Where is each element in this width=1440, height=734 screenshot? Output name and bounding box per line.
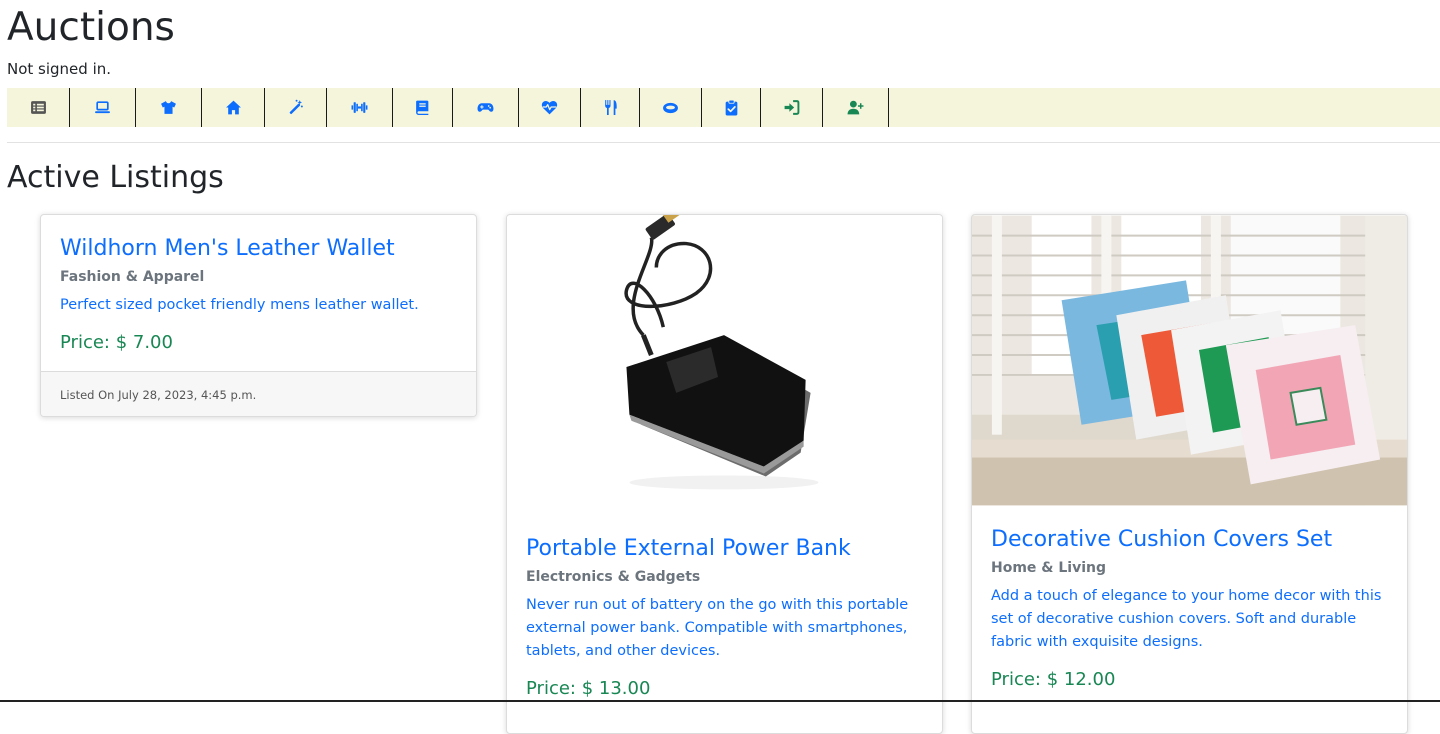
nav-toys[interactable]	[265, 88, 327, 127]
nav-beauty[interactable]	[640, 88, 702, 127]
listing-price: Price: $ 7.00	[60, 332, 173, 353]
listing-card[interactable]: Wildhorn Men's Leather Wallet Fashion & …	[40, 214, 477, 417]
nav-sports[interactable]	[327, 88, 393, 127]
listing-category: Fashion & Apparel	[60, 269, 205, 285]
clipboard-check-icon	[725, 99, 737, 116]
book-icon	[416, 100, 429, 115]
listing-card[interactable]: Portable External Power Bank Electronics…	[506, 214, 943, 734]
dumbbell-icon	[351, 102, 368, 113]
listing-card[interactable]: Decorative Cushion Covers Set Home & Liv…	[971, 214, 1408, 734]
laptop-icon	[95, 101, 110, 114]
page-title: Auctions	[7, 5, 175, 50]
nav-health[interactable]	[519, 88, 581, 127]
listing-image[interactable]	[507, 215, 942, 515]
card-body: Decorative Cushion Covers Set Home & Liv…	[972, 506, 1407, 692]
nav-register[interactable]	[823, 88, 889, 127]
nav-fashion[interactable]	[136, 88, 202, 127]
listing-title-link[interactable]: Decorative Cushion Covers Set	[991, 525, 1388, 555]
listing-description: Perfect sized pocket friendly mens leath…	[60, 297, 419, 313]
listing-description: Add a touch of elegance to your home dec…	[991, 588, 1382, 650]
gamepad-icon	[477, 103, 494, 112]
ring-icon	[663, 102, 678, 114]
section-title: Active Listings	[7, 160, 224, 195]
card-body: Wildhorn Men's Leather Wallet Fashion & …	[41, 215, 476, 355]
header-divider	[7, 142, 1440, 143]
listing-category: Home & Living	[991, 560, 1107, 576]
listing-title-link[interactable]: Portable External Power Bank	[526, 534, 923, 564]
heartbeat-icon	[541, 100, 558, 115]
listing-category: Electronics & Gadgets	[526, 569, 701, 585]
tshirt-icon	[161, 101, 176, 114]
home-icon	[225, 100, 241, 115]
nav-food[interactable]	[581, 88, 640, 127]
listing-price: Price: $ 12.00	[991, 669, 1116, 690]
listing-date: Listed On July 28, 2023, 4:45 p.m.	[41, 371, 476, 416]
listing-image[interactable]	[972, 215, 1407, 506]
listing-price: Price: $ 13.00	[526, 678, 651, 699]
sign-in-icon	[784, 100, 800, 115]
listing-title-link[interactable]: Wildhorn Men's Leather Wallet	[60, 234, 457, 264]
user-plus-icon	[847, 100, 864, 115]
nav-gaming[interactable]	[453, 88, 519, 127]
listing-description: Never run out of battery on the go with …	[526, 597, 909, 659]
signin-status: Not signed in.	[7, 60, 112, 78]
nav-login[interactable]	[761, 88, 823, 127]
list-icon	[30, 101, 46, 114]
card-body: Portable External Power Bank Electronics…	[507, 515, 942, 701]
nav-other[interactable]	[702, 88, 761, 127]
nav-books[interactable]	[393, 88, 453, 127]
nav-home[interactable]	[202, 88, 265, 127]
nav-electronics[interactable]	[70, 88, 136, 127]
magic-wand-icon	[289, 99, 303, 115]
category-navbar	[7, 88, 1440, 127]
nav-all-listings[interactable]	[7, 88, 70, 127]
utensils-icon	[604, 100, 617, 115]
